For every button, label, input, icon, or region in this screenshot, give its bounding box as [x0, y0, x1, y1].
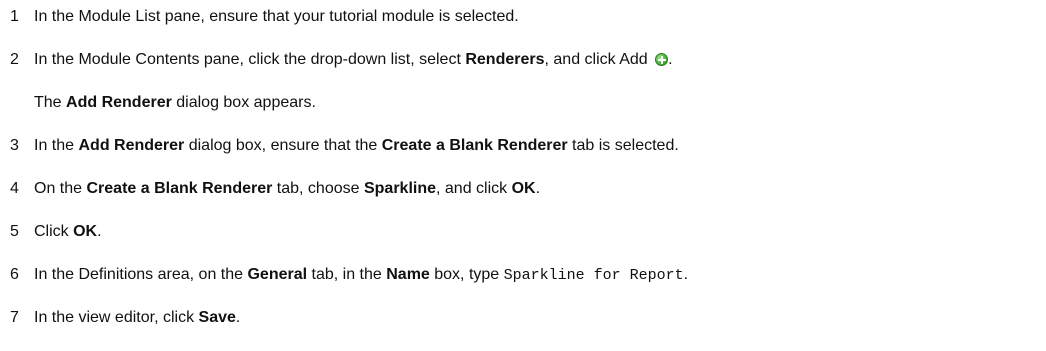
ui-term: Add Renderer: [66, 94, 172, 111]
step-number: 6: [10, 266, 19, 283]
step-7: 7 In the view editor, click Save.: [10, 307, 240, 329]
step-6: 6 In the Definitions area, on the General…: [10, 264, 688, 286]
ui-term: Create a Blank Renderer: [86, 180, 273, 197]
step-2: 2 In the Module Contents pane, click the …: [10, 49, 673, 71]
step-1: 1 In the Module List pane, ensure that yo…: [10, 6, 519, 28]
add-icon: [655, 53, 669, 66]
result-text: dialog box appears.: [171, 94, 316, 111]
step-text: In the Module List pane, ensure that you…: [34, 8, 519, 25]
step-text: dialog box, ensure that the: [184, 137, 382, 154]
instruction-steps: 1 In the Module List pane, ensure that yo…: [0, 0, 1046, 351]
ui-term: Sparkline: [363, 180, 436, 197]
step-number: 2: [10, 51, 19, 68]
ui-term: OK: [511, 180, 536, 197]
step-number: 1: [10, 8, 19, 25]
step-text: In the Definitions area, on the: [34, 266, 248, 283]
step-number: 7: [10, 309, 19, 326]
step-text: .: [668, 51, 673, 68]
step-text: , and click: [436, 180, 512, 197]
step-text: , and click Add: [544, 51, 653, 68]
step-5: 5 Click OK.: [10, 221, 102, 243]
ui-term: General: [247, 266, 308, 283]
step-text: box, type: [429, 266, 504, 283]
step-text: On the: [34, 180, 87, 197]
step-text: .: [683, 266, 689, 283]
step-text: In the view editor, click: [34, 309, 199, 326]
typed-value: Sparkline for Report: [503, 267, 684, 284]
step-text: In the Module Contents pane, click the d…: [34, 51, 466, 68]
ui-term: Save: [198, 309, 236, 326]
step-text: tab, in the: [307, 266, 387, 283]
ui-term: Renderers: [465, 51, 545, 68]
step-text: In the: [34, 137, 79, 154]
ui-term: Create a Blank Renderer: [381, 137, 568, 154]
step-number: 4: [10, 180, 19, 197]
step-text: Click: [34, 223, 74, 240]
step-text: .: [535, 180, 541, 197]
ui-term: Name: [386, 266, 430, 283]
step-3: 3 In the Add Renderer dialog box, ensure …: [10, 135, 679, 157]
step-text: .: [97, 223, 102, 240]
step-text: tab, choose: [272, 180, 364, 197]
step-4: 4 On the Create a Blank Renderer tab, cho…: [10, 178, 540, 200]
step-number: 5: [10, 223, 19, 240]
step-text: .: [235, 309, 241, 326]
step-2-result: The Add Renderer dialog box appears.: [34, 92, 316, 114]
ui-term: Add Renderer: [78, 137, 185, 154]
step-text: tab is selected.: [567, 137, 679, 154]
result-text: The: [34, 94, 67, 111]
step-number: 3: [10, 137, 19, 154]
ui-term: OK: [73, 223, 98, 240]
